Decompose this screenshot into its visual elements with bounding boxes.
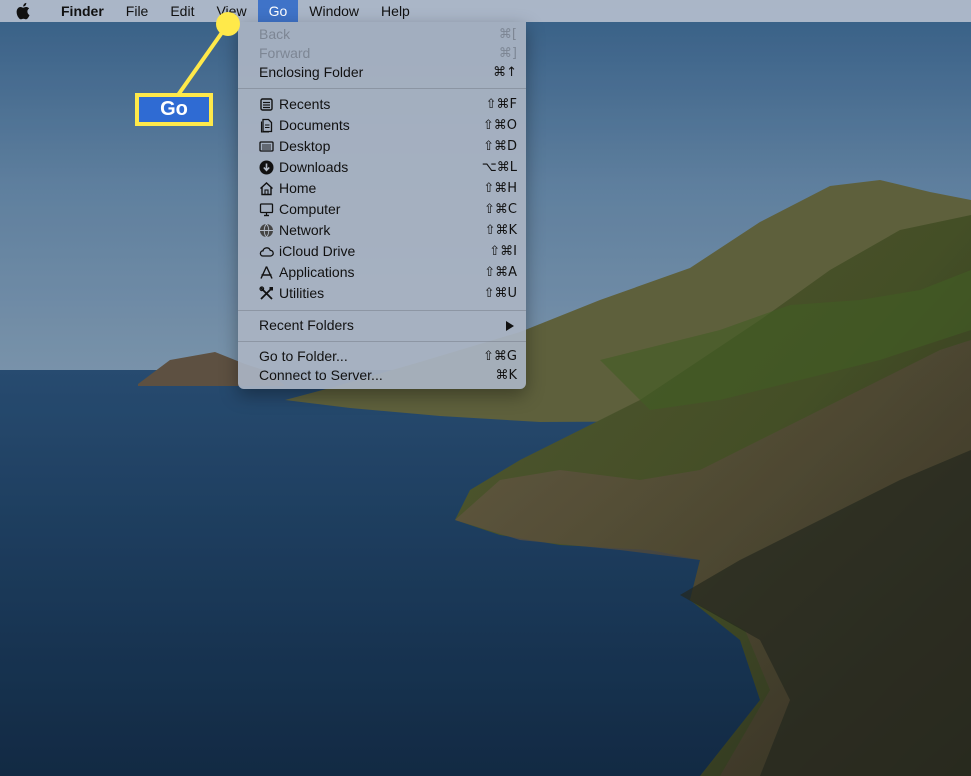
desktop-icon <box>259 141 274 152</box>
menu-item-shortcut: ⌘[ <box>498 27 517 42</box>
menu-item-shortcut: ⇧⌘D <box>483 139 517 154</box>
menu-item-go-to-folder[interactable]: Go to Folder... ⇧⌘G <box>238 346 526 367</box>
help-menu[interactable]: Help <box>370 0 421 22</box>
menu-item-shortcut: ⌘] <box>498 46 517 61</box>
menu-item-label: Network <box>279 222 331 238</box>
menu-item-label: Recent Folders <box>259 317 354 333</box>
menu-item-back[interactable]: Back ⌘[ <box>238 24 526 45</box>
menu-separator <box>238 341 526 342</box>
menu-item-label: Desktop <box>279 138 331 154</box>
menu-item-forward[interactable]: Forward ⌘] <box>238 43 526 64</box>
recents-icon <box>260 98 273 111</box>
menu-item-recents[interactable]: Recents ⇧⌘F <box>238 94 526 115</box>
menu-item-label: Documents <box>279 117 350 133</box>
menu-item-shortcut: ⇧⌘H <box>483 181 517 196</box>
menu-item-shortcut: ⌘↑ <box>493 65 517 80</box>
menu-separator <box>238 310 526 311</box>
applications-icon <box>260 266 273 279</box>
menu-item-icloud-drive[interactable]: iCloud Drive ⇧⌘I <box>238 241 526 262</box>
menu-item-downloads[interactable]: Downloads ⌥⌘L <box>238 157 526 178</box>
menu-item-shortcut: ⇧⌘O <box>482 118 517 133</box>
menu-item-label: Downloads <box>279 159 349 175</box>
menu-item-label: Applications <box>279 264 355 280</box>
menu-separator <box>238 88 526 89</box>
finder-app-menu[interactable]: Finder <box>50 0 115 22</box>
menu-item-label: Back <box>259 26 291 42</box>
menu-item-shortcut: ⇧⌘U <box>483 286 517 301</box>
menu-item-recent-folders[interactable]: Recent Folders <box>238 315 526 336</box>
edit-menu[interactable]: Edit <box>159 0 205 22</box>
menu-item-label: Computer <box>279 201 341 217</box>
menu-item-shortcut: ⇧⌘C <box>484 202 517 217</box>
file-menu[interactable]: File <box>115 0 160 22</box>
menu-item-shortcut: ⇧⌘K <box>484 223 517 238</box>
go-menu-dropdown: Back ⌘[ Forward ⌘] Enclosing Folder ⌘↑ R… <box>238 22 526 389</box>
view-menu[interactable]: View <box>205 0 257 22</box>
submenu-arrow-icon <box>506 321 514 331</box>
menu-item-label: Recents <box>279 96 331 112</box>
menu-item-shortcut: ⇧⌘G <box>483 349 517 364</box>
menu-item-connect-to-server[interactable]: Connect to Server... ⌘K <box>238 365 526 386</box>
menu-item-shortcut: ⌥⌘L <box>481 160 517 175</box>
home-icon <box>260 182 273 196</box>
menu-item-label: Home <box>279 180 317 196</box>
menu-item-shortcut: ⌘K <box>495 368 517 383</box>
menu-item-desktop[interactable]: Desktop ⇧⌘D <box>238 136 526 157</box>
menu-item-utilities[interactable]: Utilities ⇧⌘U <box>238 283 526 304</box>
menu-bar: Finder File Edit View Go Window Help <box>0 0 971 22</box>
menu-item-label: Go to Folder... <box>259 348 348 364</box>
window-menu[interactable]: Window <box>298 0 370 22</box>
menu-item-label: iCloud Drive <box>279 243 356 259</box>
menu-item-shortcut: ⇧⌘A <box>484 265 517 280</box>
documents-icon <box>260 118 273 133</box>
menu-item-computer[interactable]: Computer ⇧⌘C <box>238 199 526 220</box>
icloud-icon <box>259 247 274 257</box>
menu-item-enclosing-folder[interactable]: Enclosing Folder ⌘↑ <box>238 62 526 83</box>
menu-item-label: Forward <box>259 45 311 61</box>
menu-item-shortcut: ⇧⌘F <box>485 97 517 112</box>
menu-item-label: Utilities <box>279 285 325 301</box>
computer-icon <box>259 203 274 217</box>
apple-menu-icon[interactable] <box>16 2 34 20</box>
callout-label-box: Go <box>135 93 213 126</box>
menu-item-label: Enclosing Folder <box>259 64 364 80</box>
menu-item-label: Connect to Server... <box>259 367 383 383</box>
go-menu[interactable]: Go <box>257 0 299 22</box>
menu-item-shortcut: ⇧⌘I <box>489 244 517 259</box>
utilities-icon <box>259 286 273 300</box>
menu-item-applications[interactable]: Applications ⇧⌘A <box>238 262 526 283</box>
callout-label: Go <box>139 97 209 122</box>
menu-item-home[interactable]: Home ⇧⌘H <box>238 178 526 199</box>
network-icon <box>260 223 273 238</box>
menu-item-documents[interactable]: Documents ⇧⌘O <box>238 115 526 136</box>
downloads-icon <box>259 160 274 175</box>
menu-item-network[interactable]: Network ⇧⌘K <box>238 220 526 241</box>
